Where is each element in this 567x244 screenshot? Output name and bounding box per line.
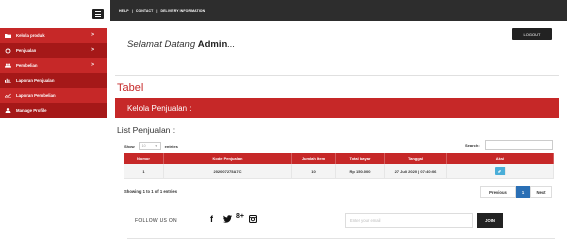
chevron-right-icon: >: [91, 47, 94, 53]
follow-label: FOLLOW US ON: [135, 218, 177, 224]
entries-select-value: 10: [141, 144, 146, 148]
search-input[interactable]: [484, 140, 553, 150]
table-cell: 27 Juli 2020 | 07:40:06: [385, 164, 447, 178]
sidebar-header: [0, 0, 107, 21]
pagination: Previous 1 Next: [480, 186, 552, 198]
table-cell: 202007275A7C: [164, 164, 292, 178]
welcome-message: Selamat Datang Admin...: [127, 39, 235, 50]
email-placeholder: Enter your email: [350, 218, 381, 223]
google-plus-icon[interactable]: 8+: [236, 213, 244, 220]
chevron-right-icon: >: [91, 62, 94, 68]
top-nav-bar: HELP | CONTACT | DELIVERY INFORMATION: [110, 0, 567, 21]
refresh-icon: [5, 48, 11, 53]
show-entries-control: Show 10 ▼ entries: [124, 142, 178, 150]
page-title: Tabel: [117, 82, 144, 94]
sales-table: Nomor Kode Penjualan Jumlah Item Total b…: [124, 153, 554, 179]
table-info: Showing 1 to 1 of 1 entries: [124, 189, 178, 194]
sidebar-item-pembelian[interactable]: Pembelian >: [0, 58, 107, 73]
sidebar: Kelola produk > Penjualan > Pembelian > …: [0, 28, 107, 244]
facebook-icon[interactable]: f: [210, 214, 213, 224]
nav-link-help[interactable]: HELP: [119, 9, 129, 13]
instagram-icon[interactable]: [248, 214, 258, 225]
section-band-title: Kelola Penjualan :: [127, 103, 192, 113]
column-header[interactable]: Nomor: [124, 153, 164, 164]
sidebar-item-laporan-penjualan[interactable]: Laporan Penjualan: [0, 73, 107, 88]
chart-bar-icon: [5, 78, 11, 83]
header-divider: [115, 75, 559, 76]
sidebar-item-label: Laporan Pembelian: [16, 93, 56, 98]
column-header[interactable]: Aksi: [447, 153, 554, 164]
table-row: 1 202007275A7C 10 Rp 150.000 27 Juli 202…: [124, 164, 554, 179]
table-header: Nomor Kode Penjualan Jumlah Item Total b…: [124, 153, 554, 164]
sidebar-item-label: Penjualan: [16, 48, 37, 53]
welcome-name: Admin: [197, 39, 228, 50]
table-search: Search:: [465, 140, 553, 150]
nav-separator: |: [156, 9, 158, 13]
chart-line-icon: [5, 93, 11, 98]
follow-section: FOLLOW US ON f 8+ Enter your email JOIN: [120, 205, 558, 235]
pagination-page[interactable]: 1: [516, 186, 530, 198]
column-header[interactable]: Jumlah Item: [292, 153, 336, 164]
nav-link-delivery-information[interactable]: DELIVERY INFORMATION: [161, 9, 206, 13]
hamburger-menu-icon[interactable]: [92, 9, 104, 19]
newsletter-email-field[interactable]: Enter your email: [345, 213, 473, 228]
show-label: Show: [124, 143, 135, 149]
table-cell: 10: [292, 164, 336, 178]
sidebar-item-label: Pembelian: [16, 63, 38, 68]
nav-link-contact[interactable]: CONTACT: [136, 9, 154, 13]
welcome-text: Selamat Datang: [127, 39, 196, 50]
app-root: Kelola produk > Penjualan > Pembelian > …: [0, 0, 567, 244]
table-cell-actions: ✐: [447, 164, 554, 178]
edit-icon: ✐: [497, 168, 502, 174]
sidebar-item-penjualan[interactable]: Penjualan >: [0, 43, 107, 58]
table-cell: 1: [124, 164, 164, 178]
sidebar-item-label: Laporan Penjualan: [16, 78, 55, 83]
list-title: List Penjualan :: [117, 125, 176, 135]
sidebar-item-label: Manage Profile: [16, 108, 47, 113]
nav-separator: |: [131, 9, 133, 13]
entries-label: entries: [164, 143, 178, 149]
join-button[interactable]: JOIN: [477, 213, 503, 228]
search-label: Search:: [465, 142, 480, 148]
welcome-suffix: ...: [227, 39, 236, 50]
column-header[interactable]: Kode Penjualan: [164, 153, 292, 164]
entries-select[interactable]: 10 ▼: [138, 142, 161, 150]
footer-divider: [127, 238, 555, 239]
sidebar-item-manage-profile[interactable]: Manage Profile: [0, 103, 107, 118]
table-cell: Rp 150.000: [336, 164, 385, 178]
chevron-right-icon: >: [91, 32, 94, 38]
user-icon: [5, 108, 11, 113]
column-header[interactable]: Tanggal: [385, 153, 447, 164]
top-nav-links: HELP | CONTACT | DELIVERY INFORMATION: [119, 9, 205, 13]
chevron-down-icon: ▼: [154, 144, 158, 148]
sidebar-item-kelola-produk[interactable]: Kelola produk >: [0, 28, 107, 43]
sidebar-item-label: Kelola produk: [16, 33, 45, 38]
pagination-next[interactable]: Next: [530, 186, 552, 198]
users-icon: [5, 63, 11, 68]
twitter-icon[interactable]: [223, 215, 232, 225]
column-header[interactable]: Total bayar: [336, 153, 385, 164]
pagination-previous[interactable]: Previous: [480, 186, 516, 198]
sidebar-item-laporan-pembelian[interactable]: Laporan Pembelian: [0, 88, 107, 103]
edit-button[interactable]: ✐: [494, 167, 506, 175]
section-band: Kelola Penjualan :: [115, 98, 559, 118]
folder-icon: [5, 33, 11, 38]
logout-button[interactable]: LOGOUT: [512, 28, 552, 40]
